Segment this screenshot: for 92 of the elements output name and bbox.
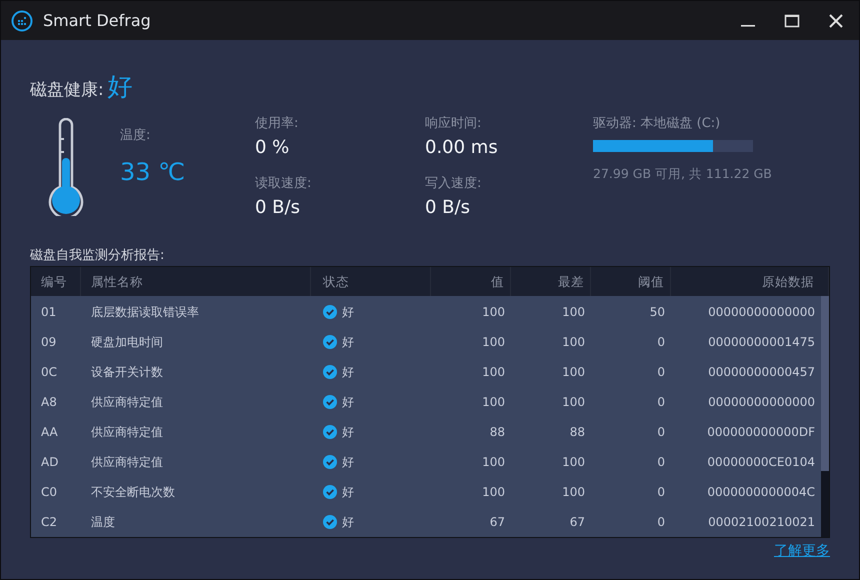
table-cell-text: C0	[40, 485, 58, 499]
table-cell-text: 01	[40, 305, 58, 319]
table-cell-text: C2	[40, 515, 58, 529]
table-cell-text: 温度	[90, 514, 116, 530]
column-header: 值	[431, 267, 511, 296]
check-icon	[323, 395, 337, 409]
check-icon	[323, 485, 337, 499]
table-cell-text: 00000000CE0104	[706, 455, 816, 469]
table-cell-text: 100	[561, 305, 586, 319]
scrollbar-thumb[interactable]	[821, 296, 829, 471]
table-cell-text: 不安全断电次数	[90, 484, 176, 500]
table-cell-text: 0000000000004C	[706, 485, 816, 499]
table-cell-text: 硬盘加电时间	[90, 334, 164, 350]
health-value: 好	[108, 71, 133, 103]
table-cell-text: AA	[40, 425, 59, 439]
status-text: 好	[342, 334, 354, 350]
table-cell-text: 100	[561, 365, 586, 379]
table-cell-text: 供应商特定值	[90, 424, 164, 440]
check-icon	[323, 335, 337, 349]
table-cell-text: 100	[481, 455, 506, 469]
table-cell-text: 0	[656, 365, 666, 379]
table-cell-text: 100	[561, 335, 586, 349]
table-cell-text: 0	[656, 335, 666, 349]
table-cell-text: 0	[656, 485, 666, 499]
column-header: 编号	[31, 267, 81, 296]
table-cell-text: 供应商特定值	[90, 394, 164, 410]
table-cell-text: 67	[488, 515, 506, 529]
table-cell-text: AD	[40, 455, 60, 469]
table-cell-text: 00000000000000	[707, 305, 816, 319]
check-icon	[323, 365, 337, 379]
report-title: 磁盘自我监测分析报告:	[30, 247, 166, 265]
maximize-icon[interactable]	[784, 12, 800, 28]
stat-value: 0 B/s	[255, 197, 301, 218]
table-cell-text: 100	[481, 305, 506, 319]
column-header: 阈值	[591, 267, 671, 296]
column-header: 最差	[511, 267, 591, 296]
table-cell-text: 底层数据读取错误率	[90, 304, 200, 320]
table-cell-text: 88	[568, 425, 586, 439]
status-text: 好	[342, 484, 354, 500]
check-icon	[323, 515, 337, 529]
temperature-value: 33 ℃	[120, 158, 186, 186]
scrollbar[interactable]	[821, 296, 829, 537]
table-cell-text: 100	[561, 485, 586, 499]
table-cell-text: 100	[481, 395, 506, 409]
table-cell-text: 100	[481, 485, 506, 499]
stat-value: 0 B/s	[425, 197, 471, 218]
drive-label: 驱动器: 本地磁盘 (C:)	[593, 115, 722, 132]
table-cell-text: A8	[40, 395, 58, 409]
table-cell-text: 88	[488, 425, 506, 439]
column-header: 属性名称	[81, 267, 311, 296]
table-cell-text: 00000000000000	[707, 395, 816, 409]
status-text: 好	[342, 424, 354, 440]
status-text: 好	[342, 514, 354, 530]
column-header: 状态	[311, 267, 431, 296]
stat-label: 读取速度:	[255, 175, 312, 192]
table-cell-text: 0	[656, 515, 666, 529]
stat-label: 响应时间:	[425, 115, 482, 132]
table-cell-text: 供应商特定值	[90, 454, 164, 470]
check-icon	[323, 425, 337, 439]
table-cell-text: 0	[656, 395, 666, 409]
app-logo-icon	[11, 10, 33, 32]
table-cell-text: 00002100210021	[707, 515, 816, 529]
table-cell-text: 100	[481, 365, 506, 379]
drive-space-text: 27.99 GB 可用, 共 111.22 GB	[593, 166, 773, 183]
table-cell-text: 67	[568, 515, 586, 529]
table-cell-text: 0	[656, 425, 666, 439]
table-cell-text: 0C	[40, 365, 58, 379]
stat-label: 使用率:	[255, 115, 300, 132]
health-label: 磁盘健康:	[30, 79, 104, 101]
stat-value: 0 %	[255, 137, 290, 158]
check-icon	[323, 455, 337, 469]
stat-label: 写入速度:	[425, 175, 482, 192]
table-cell-text: 设备开关计数	[90, 364, 164, 380]
table-cell-text: 100	[561, 395, 586, 409]
table-cell-text: 100	[561, 455, 586, 469]
close-icon[interactable]	[828, 12, 844, 28]
stat-value: 0.00 ms	[425, 137, 499, 158]
table-cell-text: 50	[648, 305, 666, 319]
window-title: Smart Defrag	[43, 11, 151, 30]
table-cell-text: 00000000000457	[707, 365, 816, 379]
status-text: 好	[342, 454, 354, 470]
status-text: 好	[342, 364, 354, 380]
table-cell-text: 00000000001475	[707, 335, 816, 349]
status-text: 好	[342, 394, 354, 410]
learn-more-link[interactable]: 了解更多	[774, 542, 830, 560]
status-text: 好	[342, 304, 354, 320]
check-icon	[323, 305, 337, 319]
temperature-label: 温度:	[120, 127, 152, 144]
table-cell-text: 000000000000DF	[706, 425, 816, 439]
table-cell-text: 100	[481, 335, 506, 349]
table-cell-text: 0	[656, 455, 666, 469]
table-cell-text: 09	[40, 335, 58, 349]
